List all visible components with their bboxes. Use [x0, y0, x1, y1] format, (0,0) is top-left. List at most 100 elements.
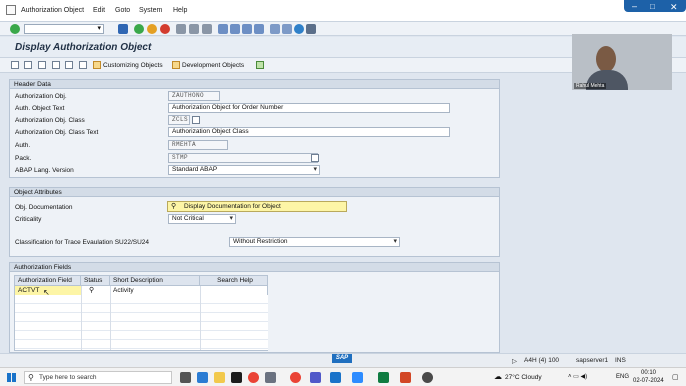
value-help-icon[interactable]: [192, 116, 200, 124]
customize-layout-icon[interactable]: [306, 24, 316, 34]
cancel-icon[interactable]: [160, 24, 170, 34]
column-header-description[interactable]: Short Description: [110, 276, 200, 286]
excel-icon[interactable]: [378, 372, 389, 383]
package-field[interactable]: STMP: [168, 153, 318, 163]
file-explorer-icon[interactable]: [214, 372, 225, 383]
package-open-icon[interactable]: [311, 154, 319, 162]
shortcut-icon[interactable]: [282, 24, 292, 34]
trace-classification-label: Classification for Trace Evaulation SU22…: [15, 239, 150, 246]
object-text-field[interactable]: Authorization Object for Order Number: [168, 103, 450, 113]
glasses-icon: ⚲: [171, 203, 177, 210]
task-view-icon[interactable]: [180, 372, 191, 383]
windows-start-icon[interactable]: [7, 373, 16, 382]
change-icon[interactable]: [24, 61, 32, 69]
abap-language-label: ABAP Lang. Version: [15, 167, 74, 174]
where-used-icon[interactable]: [79, 61, 87, 69]
powerpoint-icon[interactable]: [400, 372, 411, 383]
obj-documentation-label: Obj. Documentation: [15, 204, 73, 211]
find-next-icon[interactable]: [202, 24, 212, 34]
author-field[interactable]: RMEHTA: [168, 140, 228, 150]
class-text-field[interactable]: Authorization Object Class: [168, 127, 450, 137]
grid-column-line: [110, 286, 111, 350]
menu-goto[interactable]: Goto: [115, 7, 130, 14]
close-icon[interactable]: ✕: [670, 0, 678, 14]
package-label: Pack.: [15, 155, 32, 162]
page-title: Display Authorization Object: [15, 42, 152, 53]
play-icon[interactable]: ▷: [512, 357, 517, 365]
command-field[interactable]: ▾: [24, 24, 104, 34]
server-name: sapserver1: [576, 357, 609, 364]
development-objects-button[interactable]: Development Objects: [182, 62, 244, 69]
person-head: [596, 46, 616, 72]
copy-icon[interactable]: [52, 61, 60, 69]
language-indicator[interactable]: ENG: [616, 374, 629, 380]
store-icon[interactable]: [231, 372, 242, 383]
next-page-icon[interactable]: [242, 24, 252, 34]
notification-icon[interactable]: ▢: [672, 373, 679, 381]
obs-icon[interactable]: [422, 372, 433, 383]
chevron-down-icon[interactable]: ▾: [97, 24, 101, 32]
input-mode: INS: [615, 357, 626, 364]
menu-authorization-object[interactable]: Authorization Object: [21, 7, 84, 14]
delete-icon[interactable]: [65, 61, 73, 69]
tray-icons[interactable]: ˄ ▭ ◀): [568, 373, 587, 380]
clock-date[interactable]: 02-07-2024: [633, 378, 664, 384]
authorization-object-field[interactable]: ZAUTHONO: [168, 91, 220, 101]
enter-icon[interactable]: [10, 24, 20, 34]
column-header-status[interactable]: Status: [81, 276, 110, 286]
authorization-fields-table: Authorization Field Status Short Descrip…: [14, 275, 268, 351]
webcam-name: Rahul Mehta: [574, 83, 607, 89]
exit-icon[interactable]: [147, 24, 157, 34]
display-documentation-label: Display Documentation for Object: [184, 203, 281, 210]
menu-edit[interactable]: Edit: [93, 7, 105, 14]
class-text-label: Authorization Obj. Class Text: [15, 129, 99, 136]
previous-page-icon[interactable]: [230, 24, 240, 34]
window-controls[interactable]: – □ ✕: [624, 0, 686, 12]
back-icon[interactable]: [134, 24, 144, 34]
criticality-dropdown[interactable]: Not Critical: [168, 214, 236, 224]
table-row[interactable]: ACTVT ⚲ Activity: [15, 286, 268, 295]
trace-classification-dropdown[interactable]: Without Restriction: [229, 237, 400, 247]
display-icon[interactable]: [11, 61, 19, 69]
display-documentation-button[interactable]: ⚲ Display Documentation for Object: [167, 201, 347, 212]
column-header-search-help[interactable]: Search Help: [200, 276, 268, 286]
teams-icon[interactable]: [310, 372, 321, 383]
weather-text[interactable]: 27°C Cloudy: [505, 374, 542, 381]
grid-column-line: [81, 286, 82, 350]
webcam-overlay: Rahul Mehta: [572, 34, 672, 90]
sap-app-icon[interactable]: [6, 5, 16, 15]
zoom-icon[interactable]: [352, 372, 363, 383]
save-icon[interactable]: [118, 24, 128, 34]
mouse-cursor-icon: ↖: [43, 288, 50, 297]
criticality-label: Criticality: [15, 216, 42, 223]
help-icon[interactable]: [294, 24, 304, 34]
last-page-icon[interactable]: [254, 24, 264, 34]
outlook-icon[interactable]: [330, 372, 341, 383]
group-title: Authorization Fields: [10, 263, 499, 272]
hierarchy-icon[interactable]: [256, 61, 264, 69]
print-icon[interactable]: [176, 24, 186, 34]
find-icon[interactable]: [189, 24, 199, 34]
column-header-field[interactable]: Authorization Field: [15, 276, 81, 286]
menu-system[interactable]: System: [139, 7, 162, 14]
new-session-icon[interactable]: [270, 24, 280, 34]
chrome-icon[interactable]: [290, 372, 301, 383]
development-objects-icon[interactable]: [172, 61, 180, 69]
object-class-field[interactable]: ZCLS: [168, 115, 190, 125]
description-cell: Activity: [113, 287, 134, 294]
customizing-objects-icon[interactable]: [93, 61, 101, 69]
edge-icon[interactable]: [197, 372, 208, 383]
minimize-icon[interactable]: –: [632, 0, 637, 13]
first-page-icon[interactable]: [218, 24, 228, 34]
clock-time[interactable]: 00:10: [641, 370, 656, 376]
abap-language-dropdown[interactable]: Standard ABAP: [168, 165, 320, 175]
status-glasses-icon[interactable]: ⚲: [89, 286, 94, 294]
customizing-objects-button[interactable]: Customizing Objects: [103, 62, 163, 69]
system-info[interactable]: A4H (4) 100: [524, 357, 559, 364]
create-icon[interactable]: [38, 61, 46, 69]
menu-help[interactable]: Help: [173, 7, 187, 14]
taskbar-search[interactable]: ⚲ Type here to search: [24, 371, 172, 384]
maximize-icon[interactable]: □: [650, 0, 655, 14]
chrome-icon[interactable]: [248, 372, 259, 383]
app-icon[interactable]: [265, 372, 276, 383]
